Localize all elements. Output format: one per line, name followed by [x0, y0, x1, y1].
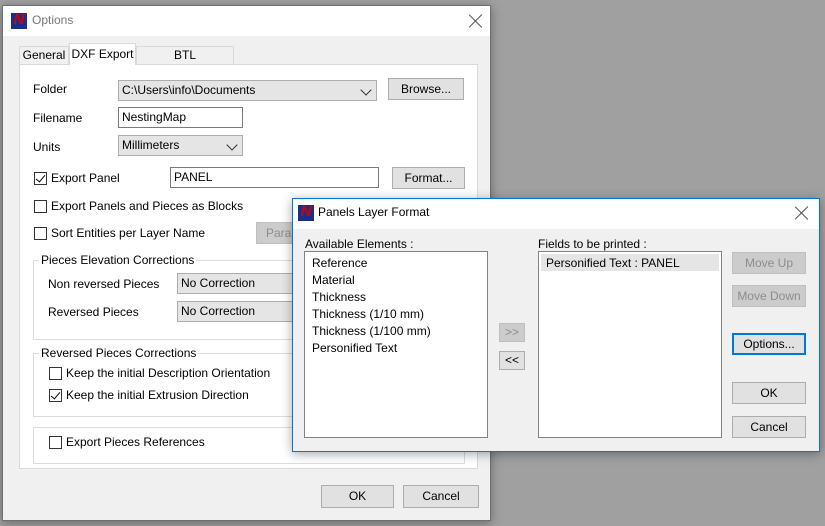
export-panel-checkbox[interactable]: [34, 172, 47, 185]
list-item[interactable]: Reference: [312, 256, 367, 270]
non-reversed-value: No Correction: [181, 276, 256, 290]
layer-format-title: Panels Layer Format: [318, 205, 430, 219]
options-titlebar: N Options: [3, 6, 490, 36]
elevation-group-title: Pieces Elevation Corrections: [39, 253, 197, 267]
export-refs-checkbox[interactable]: [49, 436, 62, 449]
chevron-down-icon: [226, 139, 238, 151]
list-item[interactable]: Thickness (1/10 mm): [312, 307, 424, 321]
options-title: Options: [32, 13, 74, 27]
reversed-label: Reversed Pieces: [48, 305, 139, 319]
printed-fields-list[interactable]: Personified Text : PANEL: [538, 251, 722, 438]
available-elements-list[interactable]: Reference Material Thickness Thickness (…: [304, 251, 488, 438]
folder-value: C:\Users\info\Documents: [122, 83, 256, 97]
options-cancel-button[interactable]: Cancel: [403, 485, 479, 508]
export-panel-input[interactable]: PANEL: [170, 167, 379, 188]
folder-label: Folder: [33, 82, 68, 96]
tab-label: DXF Export: [71, 47, 134, 61]
tab-btl-import-export[interactable]: BTL Import/Export: [136, 46, 234, 79]
remove-field-button[interactable]: <<: [499, 351, 525, 370]
list-item[interactable]: Personified Text : PANEL: [546, 256, 680, 270]
tab-label: General: [22, 48, 66, 62]
chevron-down-icon: [360, 84, 372, 96]
move-down-button[interactable]: Move Down: [732, 285, 806, 307]
keep-description-label: Keep the initial Description Orientation: [66, 366, 271, 380]
add-field-button[interactable]: >>: [499, 323, 525, 342]
sort-entities-checkbox[interactable]: [34, 227, 47, 240]
format-button[interactable]: Format...: [392, 167, 465, 189]
filename-input[interactable]: NestingMap: [118, 107, 243, 128]
export-blocks-label: Export Panels and Pieces as Blocks: [51, 199, 244, 213]
move-up-button[interactable]: Move Up: [732, 252, 806, 274]
export-panel-label: Export Panel: [51, 171, 120, 185]
export-refs-label: Export Pieces References: [66, 435, 205, 449]
keep-description-checkbox[interactable]: [49, 367, 62, 380]
units-label: Units: [33, 140, 61, 154]
reversed-group-title: Reversed Pieces Corrections: [39, 346, 199, 360]
list-item[interactable]: Thickness (1/100 mm): [312, 324, 431, 338]
reversed-value: No Correction: [181, 304, 256, 318]
units-value: Millimeters: [122, 138, 180, 152]
keep-extrusion-checkbox[interactable]: [49, 389, 62, 402]
app-logo-icon: N: [298, 205, 314, 221]
available-label: Available Elements :: [305, 237, 414, 251]
export-blocks-checkbox[interactable]: [34, 200, 47, 213]
folder-select[interactable]: C:\Users\info\Documents: [118, 80, 377, 101]
reversed-select[interactable]: No Correction: [177, 301, 307, 322]
layer-ok-button[interactable]: OK: [732, 382, 806, 404]
non-reversed-select[interactable]: No Correction: [177, 273, 307, 294]
tab-dxf-export[interactable]: DXF Export: [69, 43, 136, 65]
sort-entities-label: Sort Entities per Layer Name: [51, 226, 206, 240]
browse-button[interactable]: Browse...: [388, 78, 464, 100]
close-icon[interactable]: [468, 13, 484, 29]
non-reversed-label: Non reversed Pieces: [48, 277, 160, 291]
list-item[interactable]: Material: [312, 273, 355, 287]
units-select[interactable]: Millimeters: [118, 135, 243, 156]
layer-format-titlebar: N Panels Layer Format: [293, 199, 819, 229]
options-button[interactable]: Options...: [732, 333, 806, 355]
layer-format-dialog: N Panels Layer Format Available Elements…: [292, 198, 820, 452]
list-item[interactable]: Thickness: [312, 290, 366, 304]
options-ok-button[interactable]: OK: [321, 485, 394, 508]
tab-general[interactable]: General: [19, 46, 69, 64]
app-logo-icon: N: [11, 13, 27, 29]
filename-label: Filename: [33, 111, 83, 125]
layer-cancel-button[interactable]: Cancel: [732, 416, 806, 438]
printed-label: Fields to be printed :: [538, 237, 647, 251]
list-item[interactable]: Personified Text: [312, 341, 397, 355]
close-icon[interactable]: [794, 205, 810, 221]
keep-extrusion-label: Keep the initial Extrusion Direction: [66, 388, 249, 402]
